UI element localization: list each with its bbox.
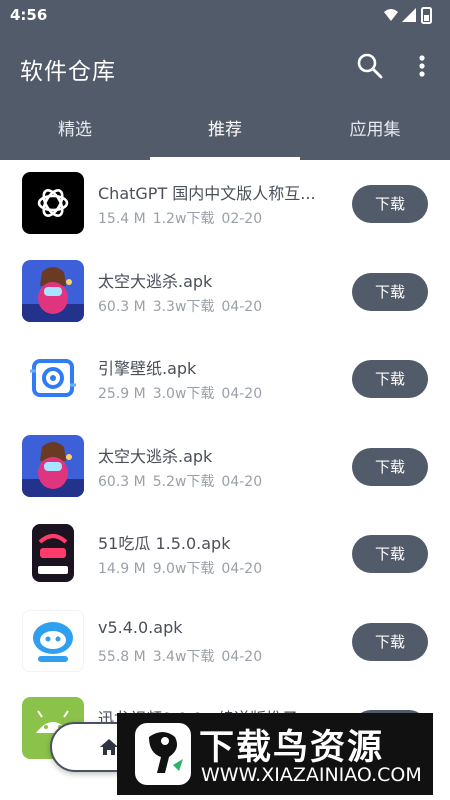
download-button[interactable]: 下载 bbox=[352, 447, 428, 486]
status-icons bbox=[384, 7, 432, 24]
app-list: ChatGPT 国内中文版人称互... 15.4 M 1.2w下载 02-20 下载… bbox=[0, 160, 450, 800]
app-meta: 25.9 M 3.0w下载 04-20 bbox=[98, 383, 269, 403]
app-name: v5.4.0.apk bbox=[98, 617, 183, 637]
status-bar: 4:56 bbox=[0, 0, 450, 32]
tab-bar: 精选 推荐 应用集 bbox=[0, 112, 450, 160]
app-downloads: 3.3w下载 bbox=[152, 298, 215, 315]
wallpaper-engine-icon bbox=[22, 347, 84, 409]
tab-recommended[interactable]: 推荐 bbox=[150, 112, 300, 160]
app-downloads: 1.2w下载 bbox=[152, 211, 215, 227]
list-item[interactable]: ChatGPT 国内中文版人称互... 15.4 M 1.2w下载 02-20 下载 bbox=[0, 160, 450, 248]
app-meta: 55.8 M 3.4w下载 04-20 bbox=[98, 646, 269, 666]
app-size: 25.9 M bbox=[98, 386, 146, 402]
app-date: 02-20 bbox=[221, 211, 263, 227]
wifi-icon bbox=[384, 9, 398, 21]
list-item[interactable]: 太空大逃杀.apk 60.3 M 5.2w下载 04-20 下载 bbox=[0, 423, 450, 511]
app-size: 60.3 M bbox=[98, 298, 146, 315]
app-meta: 60.3 M 5.2w下载 04-20 bbox=[98, 471, 269, 491]
app-downloads: 3.0w下载 bbox=[152, 386, 215, 402]
app-downloads: 3.4w下载 bbox=[152, 648, 215, 665]
download-button[interactable]: 下载 bbox=[352, 185, 428, 223]
app-size: 15.4 M bbox=[98, 211, 146, 227]
51-chigua-icon bbox=[22, 522, 84, 584]
search-icon[interactable] bbox=[354, 50, 386, 82]
list-item[interactable]: 引擎壁纸.apk 25.9 M 3.0w下载 04-20 下载 bbox=[0, 335, 450, 423]
signal-icon bbox=[402, 8, 416, 22]
download-button[interactable]: 下载 bbox=[352, 535, 428, 573]
battery-icon bbox=[421, 7, 432, 24]
xiazainiao-logo bbox=[135, 723, 191, 785]
app-size: 55.8 M bbox=[98, 648, 146, 665]
download-button[interactable]: 下载 bbox=[352, 622, 428, 661]
watermark-title: 下载鸟资源 bbox=[199, 728, 385, 768]
app-name: 太空大逃杀.apk bbox=[98, 446, 213, 466]
list-item[interactable]: v5.4.0.apk 55.8 M 3.4w下载 04-20 下载 bbox=[0, 598, 450, 686]
app-name: ChatGPT 国内中文版人称互... bbox=[98, 184, 316, 203]
chatgpt-icon bbox=[22, 172, 84, 234]
cartoon-robot-icon bbox=[22, 609, 84, 672]
app-date: 04-20 bbox=[221, 386, 263, 402]
app-downloads: 9.0w下载 bbox=[152, 561, 215, 577]
app-date: 04-20 bbox=[221, 561, 263, 577]
download-button[interactable]: 下载 bbox=[352, 272, 428, 311]
app-meta: 14.9 M 9.0w下载 04-20 bbox=[98, 558, 269, 578]
space-escape-game-icon bbox=[22, 434, 84, 497]
app-meta: 60.3 M 3.3w下载 04-20 bbox=[98, 296, 269, 316]
status-time: 4:56 bbox=[10, 6, 48, 24]
app-meta: 15.4 M 1.2w下载 02-20 bbox=[98, 208, 269, 228]
tab-app-collections[interactable]: 应用集 bbox=[300, 112, 450, 160]
app-bar: 软件仓库 精选 推荐 应用集 bbox=[0, 32, 450, 160]
app-date: 04-20 bbox=[221, 298, 263, 315]
app-name: 引擎壁纸.apk bbox=[98, 359, 197, 378]
more-vert-icon[interactable] bbox=[406, 50, 438, 82]
list-item[interactable]: 太空大逃杀.apk 60.3 M 3.3w下载 04-20 下载 bbox=[0, 248, 450, 336]
app-size: 60.3 M bbox=[98, 473, 146, 490]
app-name: 51吃瓜 1.5.0.apk bbox=[98, 534, 231, 553]
app-date: 04-20 bbox=[221, 648, 263, 665]
tab-featured[interactable]: 精选 bbox=[0, 112, 150, 160]
list-item[interactable]: 51吃瓜 1.5.0.apk 14.9 M 9.0w下载 04-20 下载 bbox=[0, 510, 450, 598]
app-title: 软件仓库 bbox=[20, 59, 116, 85]
app-date: 04-20 bbox=[221, 473, 263, 490]
download-button[interactable]: 下载 bbox=[352, 360, 428, 398]
app-size: 14.9 M bbox=[98, 561, 146, 577]
app-downloads: 5.2w下载 bbox=[152, 473, 215, 490]
space-escape-game-icon bbox=[22, 259, 84, 322]
app-name: 太空大逃杀.apk bbox=[98, 271, 213, 291]
watermark-url: WWW.XIAZAINIAO.COM bbox=[201, 764, 422, 786]
watermark-banner: 下载鸟资源 WWW.XIAZAINIAO.COM bbox=[117, 713, 433, 795]
